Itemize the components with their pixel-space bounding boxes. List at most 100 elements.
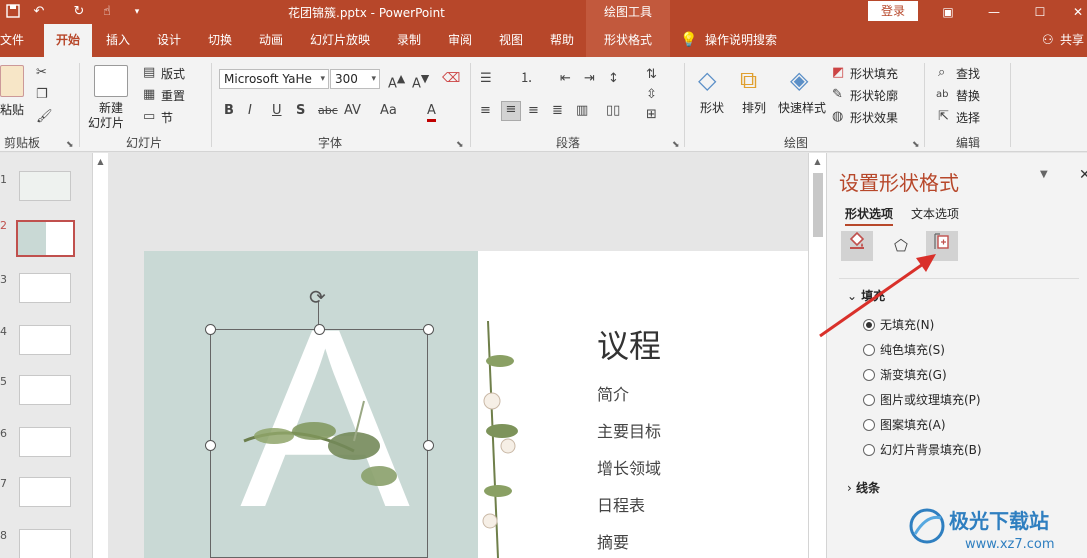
slide-thumbnail-1[interactable] bbox=[19, 171, 71, 201]
slide-thumbnail-2[interactable] bbox=[16, 220, 75, 257]
justify-icon[interactable]: ≣ bbox=[552, 103, 563, 119]
resize-handle-left[interactable] bbox=[205, 440, 216, 451]
maximize-icon[interactable]: ☐ bbox=[1028, 2, 1052, 22]
new-slide-label-2[interactable]: 幻灯片 bbox=[88, 114, 124, 131]
find-button[interactable]: 查找 bbox=[956, 65, 980, 82]
new-slide-icon[interactable] bbox=[94, 65, 128, 97]
ribbon-display-icon[interactable]: ▣ bbox=[936, 2, 960, 22]
tell-me-search[interactable]: 操作说明搜索 bbox=[705, 24, 777, 57]
tab-help[interactable]: 帮助 bbox=[550, 24, 574, 57]
tab-shape-options[interactable]: 形状选项 bbox=[845, 205, 894, 226]
agenda-item[interactable]: 增长领域 bbox=[597, 455, 661, 479]
tab-view[interactable]: 视图 bbox=[499, 24, 523, 57]
increase-indent-icon[interactable]: ⇥ bbox=[584, 71, 595, 87]
slide-thumbnail-4[interactable] bbox=[19, 325, 71, 355]
tab-animations[interactable]: 动画 bbox=[259, 24, 283, 57]
undo-icon[interactable]: ↶ bbox=[30, 3, 48, 21]
tab-slideshow[interactable]: 幻灯片放映 bbox=[310, 24, 370, 57]
quick-styles-button[interactable]: 快速样式 bbox=[778, 99, 826, 116]
clipboard-dialog-launcher-icon[interactable]: ⬊ bbox=[66, 140, 74, 150]
line-spacing-icon[interactable]: ↕ bbox=[608, 71, 619, 87]
section-button[interactable]: 节 bbox=[161, 109, 173, 126]
arrange-icon[interactable]: ⧉ bbox=[740, 65, 757, 95]
redo-icon[interactable]: ↻ bbox=[70, 3, 88, 21]
shape-outline-button[interactable]: 形状轮廓 bbox=[850, 87, 898, 104]
radio-button[interactable] bbox=[863, 394, 875, 406]
arrange-button[interactable]: 排列 bbox=[742, 99, 766, 116]
slide-thumbnail-6[interactable] bbox=[19, 427, 71, 457]
radio-button[interactable] bbox=[863, 444, 875, 456]
columns-icon[interactable]: ▯▯ bbox=[606, 103, 620, 119]
increase-font-icon[interactable]: A▲ bbox=[388, 71, 405, 92]
align-right-icon[interactable]: ≡ bbox=[528, 103, 539, 119]
paragraph-dialog-launcher-icon[interactable]: ⬊ bbox=[672, 140, 680, 150]
pane-close-icon[interactable]: ✕ bbox=[1079, 167, 1087, 183]
align-text-icon[interactable]: ⇳ bbox=[646, 87, 657, 103]
paste-button[interactable]: 粘贴 bbox=[0, 101, 24, 118]
tab-text-options[interactable]: 文本选项 bbox=[911, 205, 959, 222]
resize-handle-top[interactable] bbox=[314, 324, 325, 335]
thumbnail-scrollbar[interactable]: ▲ bbox=[92, 153, 108, 558]
tab-review[interactable]: 审阅 bbox=[448, 24, 472, 57]
shape-effects-button[interactable]: 形状效果 bbox=[850, 109, 898, 126]
drawing-dialog-launcher-icon[interactable]: ⬊ bbox=[912, 140, 920, 150]
tab-design[interactable]: 设计 bbox=[157, 24, 181, 57]
format-painter-icon[interactable]: 🖌 bbox=[36, 109, 53, 125]
italic-icon[interactable]: I bbox=[248, 103, 252, 119]
slide-thumbnail-7[interactable] bbox=[19, 477, 71, 507]
replace-button[interactable]: 替换 bbox=[956, 87, 980, 104]
clear-formatting-icon[interactable]: ⌫ bbox=[442, 71, 460, 87]
copy-icon[interactable]: ❐ bbox=[36, 87, 48, 103]
resize-handle-top-left[interactable] bbox=[205, 324, 216, 335]
reset-button[interactable]: 重置 bbox=[161, 87, 185, 104]
strikethrough-icon[interactable]: abc bbox=[318, 103, 338, 119]
shape-selection-frame[interactable] bbox=[210, 329, 428, 558]
align-center-icon[interactable]: ≡ bbox=[501, 101, 521, 121]
bold-icon[interactable]: B bbox=[224, 103, 234, 119]
layout-button[interactable]: 版式 bbox=[161, 65, 185, 82]
shapes-button[interactable]: 形状 bbox=[700, 99, 724, 116]
tab-insert[interactable]: 插入 bbox=[106, 24, 130, 57]
pane-options-icon[interactable]: ▼ bbox=[1040, 169, 1048, 180]
agenda-item[interactable]: 日程表 bbox=[597, 492, 645, 516]
cut-icon[interactable]: ✂ bbox=[36, 65, 47, 81]
char-spacing-icon[interactable]: AV bbox=[344, 103, 361, 119]
shadow-icon[interactable]: S bbox=[296, 103, 305, 119]
resize-handle-right[interactable] bbox=[423, 440, 434, 451]
touch-mode-icon[interactable]: ☝ bbox=[98, 3, 116, 21]
quick-styles-icon[interactable]: ◈ bbox=[790, 65, 808, 95]
tab-record[interactable]: 录制 bbox=[397, 24, 421, 57]
paste-icon[interactable] bbox=[0, 65, 24, 97]
font-color-icon[interactable]: A bbox=[427, 103, 436, 122]
section-line[interactable]: › 线条 bbox=[847, 479, 880, 496]
distributed-icon[interactable]: ▥ bbox=[576, 103, 588, 119]
scroll-up-icon[interactable]: ▲ bbox=[809, 157, 826, 166]
scroll-up-icon[interactable]: ▲ bbox=[93, 157, 108, 166]
bullets-icon[interactable]: ☰ bbox=[480, 71, 492, 87]
slide-thumbnail-5[interactable] bbox=[19, 375, 71, 405]
select-button[interactable]: 选择 bbox=[956, 109, 980, 126]
close-icon[interactable]: ✕ bbox=[1066, 2, 1087, 22]
share-button[interactable]: 共享 bbox=[1060, 24, 1084, 57]
tab-file[interactable]: 文件 bbox=[0, 24, 28, 57]
slide-thumbnail-8[interactable] bbox=[19, 529, 71, 558]
customize-qat-icon[interactable]: ▾ bbox=[128, 3, 146, 21]
agenda-title[interactable]: 议程 bbox=[597, 321, 661, 367]
scrollbar-thumb[interactable] bbox=[813, 173, 823, 237]
agenda-item[interactable]: 简介 bbox=[597, 381, 629, 405]
smartart-icon[interactable]: ⊞ bbox=[646, 107, 657, 123]
minimize-icon[interactable]: — bbox=[982, 2, 1006, 22]
underline-icon[interactable]: U bbox=[272, 103, 282, 119]
shape-fill-button[interactable]: 形状填充 bbox=[850, 65, 898, 82]
radio-button[interactable] bbox=[863, 419, 875, 431]
tab-home[interactable]: 开始 bbox=[44, 24, 92, 57]
change-case-icon[interactable]: Aa bbox=[380, 103, 397, 119]
canvas-scrollbar[interactable]: ▲ bbox=[808, 153, 826, 558]
tab-shape-format[interactable]: 形状格式 bbox=[586, 24, 670, 57]
decrease-font-icon[interactable]: A▼ bbox=[412, 71, 429, 92]
decrease-indent-icon[interactable]: ⇤ bbox=[560, 71, 571, 87]
font-size-combo[interactable]: 300 ▾ bbox=[330, 69, 380, 89]
agenda-item[interactable]: 主要目标 bbox=[597, 418, 661, 442]
login-button[interactable]: 登录 bbox=[868, 1, 918, 21]
shapes-icon[interactable]: ◇ bbox=[698, 65, 716, 95]
